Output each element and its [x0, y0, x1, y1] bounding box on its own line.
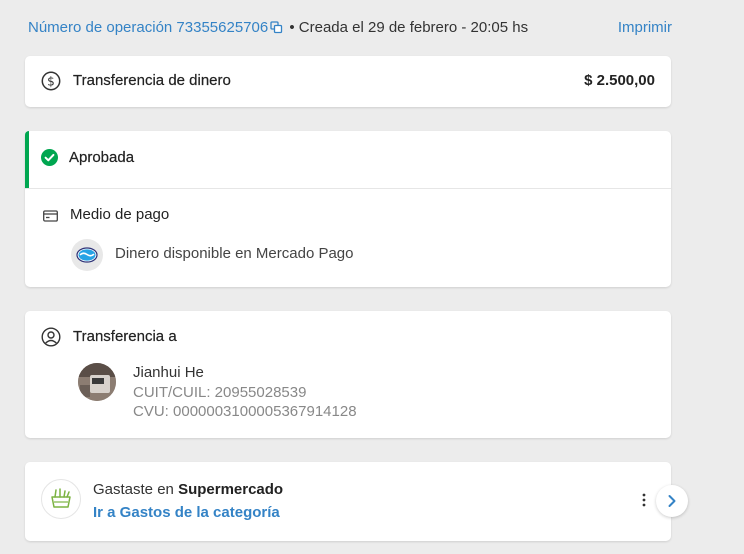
operation-number-link[interactable]: Número de operación 73355625706	[28, 19, 268, 36]
next-button[interactable]	[656, 485, 688, 517]
status-card: Aprobada Medio de pago Dinero disponible…	[25, 131, 671, 287]
mercadopago-logo-icon	[71, 239, 103, 271]
operation-header: Número de operación 73355625706 • Creada…	[28, 18, 672, 38]
status-label: Aprobada	[69, 149, 135, 166]
category-name: Supermercado	[178, 481, 284, 498]
more-vertical-icon[interactable]	[639, 491, 649, 509]
recipient-cvu: CVU: 0000003100005367914128	[133, 403, 357, 420]
payment-method-name: Dinero disponible en Mercado Pago	[115, 245, 354, 262]
copy-icon[interactable]	[270, 20, 283, 40]
category-expenses-link[interactable]: Ir a Gastos de la categoría	[93, 504, 280, 521]
status-bar	[25, 131, 29, 188]
payment-method-title: Medio de pago	[70, 206, 170, 223]
recipient-title: Transferencia a	[73, 328, 177, 345]
transaction-amount: $ 2.500,00	[584, 72, 655, 89]
svg-text:$: $	[47, 74, 55, 88]
category-prefix: Gastaste en	[93, 481, 179, 498]
category-card: Gastaste en Supermercado Ir a Gastos de …	[25, 462, 671, 541]
transaction-type: Transferencia de dinero	[73, 72, 231, 89]
credit-card-icon	[43, 209, 58, 227]
print-link[interactable]: Imprimir	[618, 18, 672, 38]
recipient-cuit: CUIT/CUIL: 20955028539	[133, 384, 307, 401]
avatar	[78, 363, 116, 401]
created-date: • Creada el 29 de febrero - 20:05 hs	[289, 19, 529, 36]
category-summary: Gastaste en Supermercado	[93, 481, 283, 498]
check-circle-icon	[41, 149, 58, 171]
user-circle-icon	[41, 327, 61, 352]
divider	[25, 188, 671, 189]
recipient-name: Jianhui He	[133, 364, 204, 381]
grocery-basket-icon	[41, 479, 81, 519]
dollar-circle-icon: $	[41, 71, 61, 96]
chevron-right-icon	[667, 494, 677, 513]
recipient-card: Transferencia a Jianhui He CUIT/CUIL: 20…	[25, 311, 671, 438]
summary-card: $ Transferencia de dinero $ 2.500,00	[25, 56, 671, 107]
